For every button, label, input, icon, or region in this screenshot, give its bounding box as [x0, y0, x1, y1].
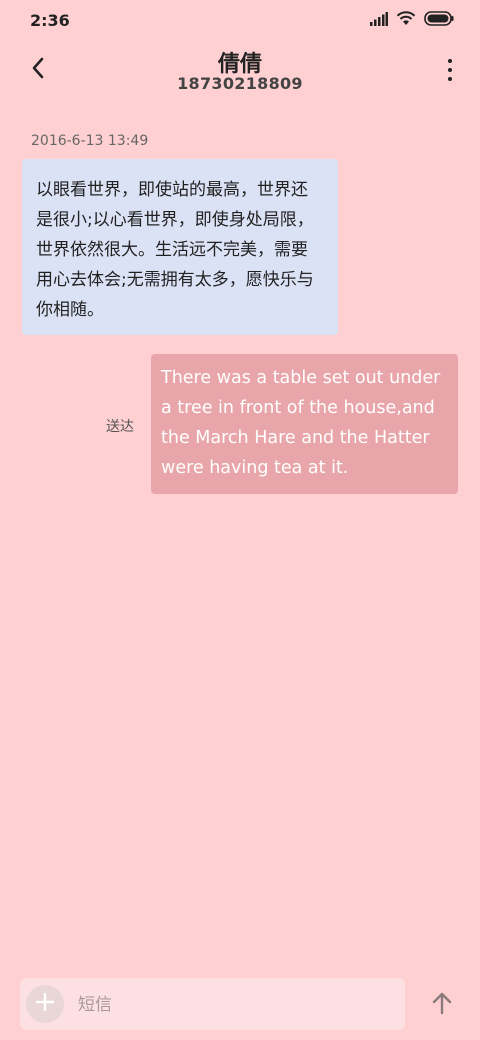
conversation-header: 倩倩 18730218809 — [0, 42, 480, 100]
incoming-message-bubble[interactable]: 以眼看世界，即使站的最高，世界还是很小;以心看世界，即使身处局限，世界依然很大。… — [22, 159, 338, 335]
wifi-icon — [396, 11, 416, 30]
plus-icon — [35, 992, 55, 1016]
status-icons — [370, 11, 454, 30]
add-attachment-button[interactable] — [26, 985, 64, 1023]
message-timestamp: 2016-6-13 13:49 — [31, 133, 149, 149]
send-button[interactable] — [428, 990, 456, 1020]
sms-input[interactable] — [76, 978, 400, 1032]
more-vertical-icon-dot — [448, 59, 452, 63]
outgoing-message-bubble[interactable]: There was a table set out under a tree i… — [151, 354, 458, 494]
contact-number: 18730218809 — [177, 74, 303, 93]
status-time: 2:36 — [30, 11, 70, 30]
battery-icon — [424, 11, 454, 30]
signal-icon — [370, 11, 388, 30]
more-vertical-icon-dot — [448, 77, 452, 81]
delivery-status: 送达 — [106, 419, 134, 435]
send-arrow-up-icon — [431, 991, 453, 1019]
more-vertical-icon-dot — [448, 68, 452, 72]
message-composer[interactable] — [20, 978, 405, 1032]
more-options-button[interactable] — [442, 54, 458, 86]
status-bar: 2:36 — [0, 0, 480, 42]
